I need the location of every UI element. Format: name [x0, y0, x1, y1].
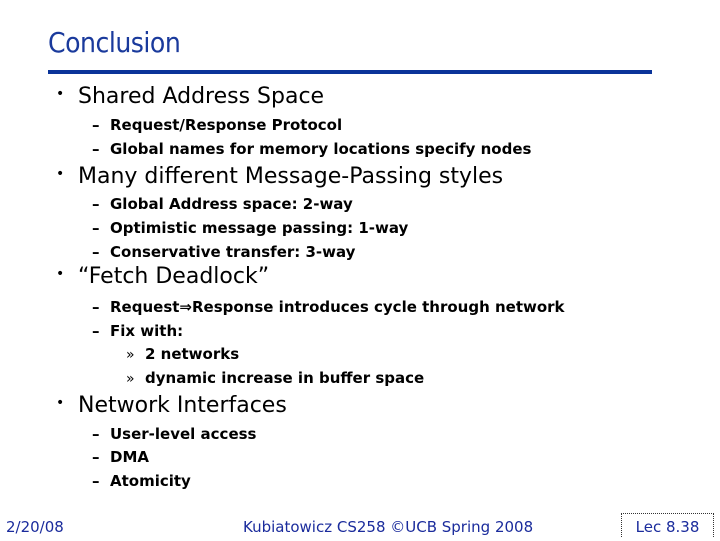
bullet-marker: •: [56, 166, 65, 182]
sub-item-text: DMA: [110, 448, 149, 466]
dash-marker: –: [92, 116, 100, 134]
sub-sub-item-text: dynamic increase in buffer space: [145, 369, 425, 387]
sub-item-text: Global names for memory locations specif…: [110, 140, 532, 158]
sub-item: – User-level access: [92, 425, 256, 443]
bullet-text: “Fetch Deadlock”: [78, 264, 270, 289]
title-rule: [48, 70, 652, 74]
sub-item: – Optimistic message passing: 1-way: [92, 219, 408, 237]
sub-item-text: Atomicity: [110, 472, 191, 490]
bullet-fetch-deadlock: • “Fetch Deadlock”: [56, 264, 269, 289]
sub-item: – Request⇒Response introduces cycle throu…: [92, 298, 565, 316]
dash-marker: –: [92, 298, 100, 316]
dash-marker: –: [92, 322, 100, 340]
bullet-message-passing: • Many different Message-Passing styles: [56, 164, 503, 189]
slide-title: Conclusion: [48, 26, 181, 59]
bullet-text: Network Interfaces: [78, 393, 287, 418]
sub-item-text: Request⇒Response introduces cycle throug…: [110, 298, 565, 316]
bullet-text: Shared Address Space: [78, 84, 325, 109]
footer-date: 2/20/08: [6, 518, 64, 536]
sub-item-text: Fix with:: [110, 322, 184, 340]
sub-item-text: User-level access: [110, 425, 257, 443]
dash-marker: –: [92, 448, 100, 466]
sub-item-text: Optimistic message passing: 1-way: [110, 219, 409, 237]
sub-item: – DMA: [92, 448, 149, 466]
dash-marker: –: [92, 425, 100, 443]
sub-item-text: Global Address space: 2-way: [110, 195, 353, 213]
sub-item: – Global Address space: 2-way: [92, 195, 353, 213]
sub-item-text: Conservative transfer: 3-way: [110, 243, 356, 261]
sub-item-text: Request/Response Protocol: [110, 116, 343, 134]
bullet-text: Many different Message-Passing styles: [78, 164, 504, 189]
dash-marker: –: [92, 219, 100, 237]
bullet-marker: •: [56, 266, 65, 282]
footer-page-number: Lec 8.38: [621, 513, 714, 537]
dash-marker: –: [92, 472, 100, 490]
bullet-marker: •: [56, 86, 65, 102]
raquo-marker: »: [126, 371, 135, 387]
sub-item: – Global names for memory locations speci…: [92, 140, 531, 158]
dash-marker: –: [92, 243, 100, 261]
footer-course: Kubiatowicz CS258 ©UCB Spring 2008: [243, 518, 534, 536]
sub-item: – Request/Response Protocol: [92, 116, 342, 134]
bullet-shared-address-space: • Shared Address Space: [56, 84, 324, 109]
sub-item: – Atomicity: [92, 472, 191, 490]
bullet-marker: •: [56, 395, 65, 411]
sub-sub-item-text: 2 networks: [145, 345, 240, 363]
sub-sub-item: » 2 networks: [126, 345, 239, 363]
sub-item: – Conservative transfer: 3-way: [92, 243, 355, 261]
sub-sub-item: » dynamic increase in buffer space: [126, 369, 424, 387]
sub-item: – Fix with:: [92, 322, 183, 340]
raquo-marker: »: [126, 347, 135, 363]
dash-marker: –: [92, 195, 100, 213]
dash-marker: –: [92, 140, 100, 158]
bullet-network-interfaces: • Network Interfaces: [56, 393, 287, 418]
